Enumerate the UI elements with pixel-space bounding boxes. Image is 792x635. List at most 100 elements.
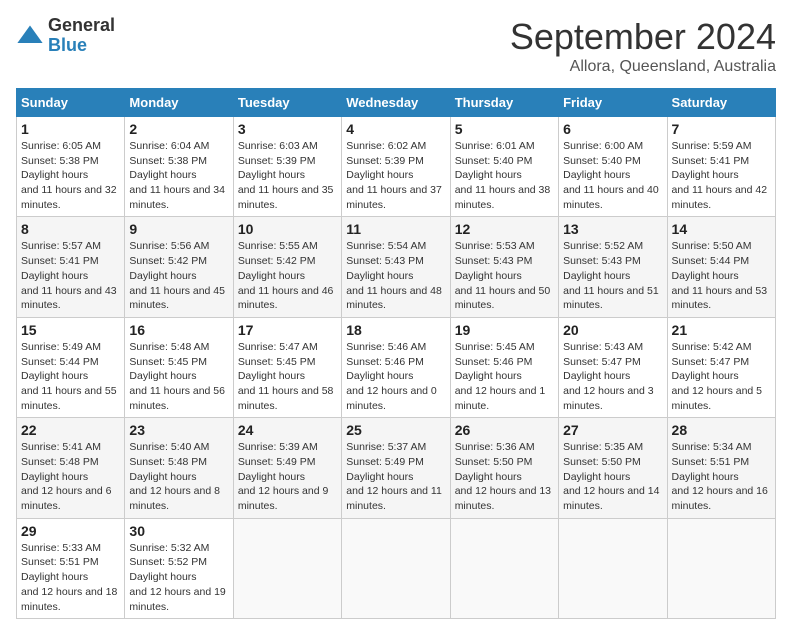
- calendar-cell: 15 Sunrise: 5:49 AM Sunset: 5:44 PM Dayl…: [17, 317, 125, 417]
- calendar-cell: 30 Sunrise: 5:32 AM Sunset: 5:52 PM Dayl…: [125, 518, 233, 618]
- logo-blue-text: Blue: [48, 36, 115, 56]
- header-tuesday: Tuesday: [233, 89, 341, 117]
- cell-content: Sunrise: 5:42 AM Sunset: 5:47 PM Dayligh…: [672, 340, 771, 413]
- calendar-cell: [559, 518, 667, 618]
- calendar-cell: 27 Sunrise: 5:35 AM Sunset: 5:50 PM Dayl…: [559, 418, 667, 518]
- cell-content: Sunrise: 5:45 AM Sunset: 5:46 PM Dayligh…: [455, 340, 554, 413]
- calendar-cell: 20 Sunrise: 5:43 AM Sunset: 5:47 PM Dayl…: [559, 317, 667, 417]
- day-number: 18: [346, 322, 445, 338]
- calendar-cell: 2 Sunrise: 6:04 AM Sunset: 5:38 PM Dayli…: [125, 117, 233, 217]
- calendar-cell: 19 Sunrise: 5:45 AM Sunset: 5:46 PM Dayl…: [450, 317, 558, 417]
- day-number: 16: [129, 322, 228, 338]
- calendar-cell: 7 Sunrise: 5:59 AM Sunset: 5:41 PM Dayli…: [667, 117, 775, 217]
- logo: General Blue: [16, 16, 115, 56]
- calendar-table: SundayMondayTuesdayWednesdayThursdayFrid…: [16, 88, 776, 619]
- cell-content: Sunrise: 5:32 AM Sunset: 5:52 PM Dayligh…: [129, 541, 228, 614]
- calendar-cell: 3 Sunrise: 6:03 AM Sunset: 5:39 PM Dayli…: [233, 117, 341, 217]
- day-number: 11: [346, 221, 445, 237]
- cell-content: Sunrise: 5:39 AM Sunset: 5:49 PM Dayligh…: [238, 440, 337, 513]
- day-number: 19: [455, 322, 554, 338]
- calendar-week-3: 15 Sunrise: 5:49 AM Sunset: 5:44 PM Dayl…: [17, 317, 776, 417]
- calendar-cell: 17 Sunrise: 5:47 AM Sunset: 5:45 PM Dayl…: [233, 317, 341, 417]
- calendar-cell: 9 Sunrise: 5:56 AM Sunset: 5:42 PM Dayli…: [125, 217, 233, 317]
- calendar-cell: 18 Sunrise: 5:46 AM Sunset: 5:46 PM Dayl…: [342, 317, 450, 417]
- day-number: 29: [21, 523, 120, 539]
- cell-content: Sunrise: 5:46 AM Sunset: 5:46 PM Dayligh…: [346, 340, 445, 413]
- calendar-cell: [342, 518, 450, 618]
- calendar-header-row: SundayMondayTuesdayWednesdayThursdayFrid…: [17, 89, 776, 117]
- calendar-cell: 25 Sunrise: 5:37 AM Sunset: 5:49 PM Dayl…: [342, 418, 450, 518]
- header-wednesday: Wednesday: [342, 89, 450, 117]
- day-number: 7: [672, 121, 771, 137]
- day-number: 30: [129, 523, 228, 539]
- cell-content: Sunrise: 5:48 AM Sunset: 5:45 PM Dayligh…: [129, 340, 228, 413]
- cell-content: Sunrise: 5:37 AM Sunset: 5:49 PM Dayligh…: [346, 440, 445, 513]
- calendar-cell: 10 Sunrise: 5:55 AM Sunset: 5:42 PM Dayl…: [233, 217, 341, 317]
- calendar-week-4: 22 Sunrise: 5:41 AM Sunset: 5:48 PM Dayl…: [17, 418, 776, 518]
- calendar-week-1: 1 Sunrise: 6:05 AM Sunset: 5:38 PM Dayli…: [17, 117, 776, 217]
- cell-content: Sunrise: 5:43 AM Sunset: 5:47 PM Dayligh…: [563, 340, 662, 413]
- calendar-cell: 23 Sunrise: 5:40 AM Sunset: 5:48 PM Dayl…: [125, 418, 233, 518]
- logo-general-text: General: [48, 16, 115, 36]
- day-number: 24: [238, 422, 337, 438]
- day-number: 25: [346, 422, 445, 438]
- calendar-cell: 6 Sunrise: 6:00 AM Sunset: 5:40 PM Dayli…: [559, 117, 667, 217]
- calendar-cell: 21 Sunrise: 5:42 AM Sunset: 5:47 PM Dayl…: [667, 317, 775, 417]
- day-number: 17: [238, 322, 337, 338]
- day-number: 9: [129, 221, 228, 237]
- cell-content: Sunrise: 5:33 AM Sunset: 5:51 PM Dayligh…: [21, 541, 120, 614]
- calendar-cell: 16 Sunrise: 5:48 AM Sunset: 5:45 PM Dayl…: [125, 317, 233, 417]
- day-number: 3: [238, 121, 337, 137]
- calendar-cell: 29 Sunrise: 5:33 AM Sunset: 5:51 PM Dayl…: [17, 518, 125, 618]
- header-friday: Friday: [559, 89, 667, 117]
- header-sunday: Sunday: [17, 89, 125, 117]
- calendar-cell: 22 Sunrise: 5:41 AM Sunset: 5:48 PM Dayl…: [17, 418, 125, 518]
- calendar-cell: 4 Sunrise: 6:02 AM Sunset: 5:39 PM Dayli…: [342, 117, 450, 217]
- day-number: 15: [21, 322, 120, 338]
- calendar-week-5: 29 Sunrise: 5:33 AM Sunset: 5:51 PM Dayl…: [17, 518, 776, 618]
- header-monday: Monday: [125, 89, 233, 117]
- cell-content: Sunrise: 5:56 AM Sunset: 5:42 PM Dayligh…: [129, 239, 228, 312]
- day-number: 26: [455, 422, 554, 438]
- cell-content: Sunrise: 5:35 AM Sunset: 5:50 PM Dayligh…: [563, 440, 662, 513]
- month-title: September 2024: [510, 16, 776, 58]
- calendar-cell: 8 Sunrise: 5:57 AM Sunset: 5:41 PM Dayli…: [17, 217, 125, 317]
- cell-content: Sunrise: 5:41 AM Sunset: 5:48 PM Dayligh…: [21, 440, 120, 513]
- day-number: 28: [672, 422, 771, 438]
- cell-content: Sunrise: 5:57 AM Sunset: 5:41 PM Dayligh…: [21, 239, 120, 312]
- calendar-cell: [667, 518, 775, 618]
- calendar-cell: 13 Sunrise: 5:52 AM Sunset: 5:43 PM Dayl…: [559, 217, 667, 317]
- day-number: 14: [672, 221, 771, 237]
- logo-icon: [16, 22, 44, 50]
- calendar-cell: 11 Sunrise: 5:54 AM Sunset: 5:43 PM Dayl…: [342, 217, 450, 317]
- day-number: 5: [455, 121, 554, 137]
- day-number: 2: [129, 121, 228, 137]
- calendar-cell: [450, 518, 558, 618]
- cell-content: Sunrise: 5:49 AM Sunset: 5:44 PM Dayligh…: [21, 340, 120, 413]
- cell-content: Sunrise: 5:53 AM Sunset: 5:43 PM Dayligh…: [455, 239, 554, 312]
- cell-content: Sunrise: 6:05 AM Sunset: 5:38 PM Dayligh…: [21, 139, 120, 212]
- calendar-cell: 12 Sunrise: 5:53 AM Sunset: 5:43 PM Dayl…: [450, 217, 558, 317]
- title-area: September 2024 Allora, Queensland, Austr…: [510, 16, 776, 76]
- calendar-cell: 26 Sunrise: 5:36 AM Sunset: 5:50 PM Dayl…: [450, 418, 558, 518]
- cell-content: Sunrise: 5:34 AM Sunset: 5:51 PM Dayligh…: [672, 440, 771, 513]
- cell-content: Sunrise: 6:01 AM Sunset: 5:40 PM Dayligh…: [455, 139, 554, 212]
- day-number: 22: [21, 422, 120, 438]
- day-number: 21: [672, 322, 771, 338]
- calendar-cell: [233, 518, 341, 618]
- cell-content: Sunrise: 5:55 AM Sunset: 5:42 PM Dayligh…: [238, 239, 337, 312]
- day-number: 4: [346, 121, 445, 137]
- cell-content: Sunrise: 5:47 AM Sunset: 5:45 PM Dayligh…: [238, 340, 337, 413]
- cell-content: Sunrise: 5:59 AM Sunset: 5:41 PM Dayligh…: [672, 139, 771, 212]
- location-title: Allora, Queensland, Australia: [510, 58, 776, 76]
- cell-content: Sunrise: 6:03 AM Sunset: 5:39 PM Dayligh…: [238, 139, 337, 212]
- cell-content: Sunrise: 5:50 AM Sunset: 5:44 PM Dayligh…: [672, 239, 771, 312]
- day-number: 13: [563, 221, 662, 237]
- cell-content: Sunrise: 5:54 AM Sunset: 5:43 PM Dayligh…: [346, 239, 445, 312]
- logo-text: General Blue: [48, 16, 115, 56]
- day-number: 6: [563, 121, 662, 137]
- calendar-cell: 14 Sunrise: 5:50 AM Sunset: 5:44 PM Dayl…: [667, 217, 775, 317]
- cell-content: Sunrise: 6:02 AM Sunset: 5:39 PM Dayligh…: [346, 139, 445, 212]
- header: General Blue September 2024 Allora, Quee…: [16, 16, 776, 76]
- calendar-week-2: 8 Sunrise: 5:57 AM Sunset: 5:41 PM Dayli…: [17, 217, 776, 317]
